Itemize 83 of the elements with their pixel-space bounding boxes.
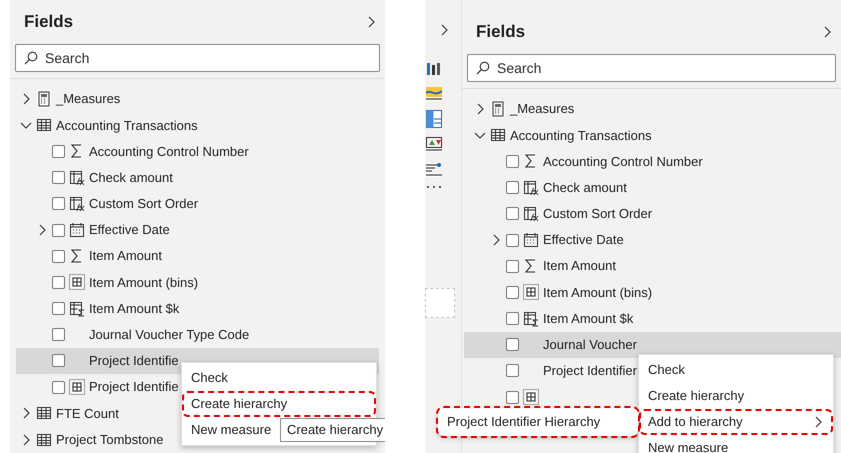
bins-icon	[523, 284, 539, 300]
calculator-icon	[36, 91, 52, 108]
checkbox[interactable]	[52, 276, 65, 289]
table-name[interactable]: _Measures	[56, 89, 120, 109]
search-icon	[24, 51, 38, 65]
pane-title: Fields	[476, 21, 526, 44]
table-icon	[36, 405, 52, 422]
checkbox[interactable]	[506, 338, 519, 352]
pane-title: Fields	[24, 11, 74, 34]
table-name[interactable]: Project Tombstone	[56, 430, 164, 450]
field-name[interactable]: Accounting Control Number	[543, 152, 703, 172]
bins-icon	[69, 274, 85, 290]
table-icon	[490, 127, 506, 144]
measure-table-icon	[69, 300, 85, 317]
bins-icon	[523, 389, 539, 406]
field-name[interactable]: Project Identifie	[89, 351, 179, 371]
field-name[interactable]: Item Amount	[543, 256, 616, 276]
checkbox[interactable]	[506, 364, 519, 378]
table-name[interactable]: Accounting Transactions	[56, 116, 198, 136]
checkbox[interactable]	[506, 207, 519, 220]
search-field[interactable]: Search	[467, 54, 836, 82]
checkbox[interactable]	[52, 197, 65, 210]
checkbox[interactable]	[52, 354, 65, 368]
checkbox[interactable]	[506, 154, 519, 168]
calendar-icon	[523, 232, 539, 248]
checkbox[interactable]	[506, 312, 519, 326]
checkbox[interactable]	[52, 144, 65, 158]
menu-item[interactable]: New measure	[639, 435, 833, 453]
menu-item[interactable]: Create hierarchy	[182, 391, 376, 417]
checkbox[interactable]	[506, 234, 519, 247]
kpi-icon[interactable]	[426, 137, 442, 151]
calendar-icon	[69, 222, 85, 238]
table-icon	[36, 432, 52, 448]
field-name[interactable]: Custom Sort Order	[89, 194, 198, 214]
field-name[interactable]: Journal Voucher Type Code	[89, 325, 250, 345]
field-name[interactable]: Project Identifier	[543, 361, 637, 381]
checkbox[interactable]	[506, 390, 519, 404]
measure-table-icon	[523, 310, 539, 327]
field-name[interactable]: Item Amount $k	[543, 308, 634, 328]
checkbox[interactable]	[52, 302, 65, 316]
field-name[interactable]: Effective Date	[543, 230, 624, 250]
field-name[interactable]: Item Amount (bins)	[89, 272, 198, 292]
field-name[interactable]: Item Amount (bins)	[543, 282, 652, 302]
checkbox[interactable]	[506, 286, 519, 299]
menu-item[interactable]: Add to hierarchy	[639, 409, 833, 435]
field-name[interactable]: Item Amount $k	[89, 298, 180, 318]
calculated-column-icon	[69, 196, 85, 212]
checkbox[interactable]	[506, 181, 519, 194]
checkbox[interactable]	[52, 380, 65, 394]
field-name[interactable]: Journal Voucher	[543, 335, 637, 355]
search-icon	[476, 61, 490, 75]
search-field[interactable]: Search	[15, 44, 380, 72]
table-name[interactable]: FTE Count	[56, 404, 119, 424]
checkbox[interactable]	[52, 171, 65, 184]
field-name[interactable]: Item Amount	[89, 246, 162, 266]
slicer-icon[interactable]	[426, 160, 442, 176]
tooltip: Create hierarchy	[280, 418, 385, 442]
checkbox[interactable]	[52, 224, 65, 237]
table-name[interactable]: Accounting Transactions	[510, 126, 652, 146]
menu-item[interactable]: Check	[639, 357, 833, 383]
field-name[interactable]: Check amount	[89, 168, 173, 188]
field-name[interactable]: Check amount	[543, 178, 627, 198]
menu-item[interactable]: Create hierarchy	[639, 383, 833, 409]
table-name[interactable]: _Measures	[510, 99, 574, 119]
bins-icon	[69, 379, 85, 396]
checkbox[interactable]	[52, 250, 65, 263]
calculated-column-icon	[523, 206, 539, 222]
field-name[interactable]: Effective Date	[89, 220, 170, 240]
highlighted-row[interactable]: Journal Voucher	[464, 332, 841, 358]
matrix-icon[interactable]	[426, 110, 442, 128]
calculated-column-icon	[523, 180, 539, 196]
bar-chart-icon[interactable]	[426, 60, 442, 76]
more-icon[interactable]	[426, 185, 442, 189]
checkbox[interactable]	[52, 328, 65, 342]
drop-zone	[425, 288, 455, 318]
calculated-column-icon	[69, 170, 85, 186]
field-name[interactable]: Project Identifie	[89, 377, 179, 397]
submenu-item[interactable]: Project Identifier Hierarchy	[438, 408, 638, 436]
field-name[interactable]: Custom Sort Order	[543, 204, 652, 224]
calculator-icon	[490, 101, 506, 118]
field-name[interactable]: Accounting Control Number	[89, 142, 249, 162]
checkbox[interactable]	[506, 260, 519, 273]
table-icon	[36, 117, 52, 134]
